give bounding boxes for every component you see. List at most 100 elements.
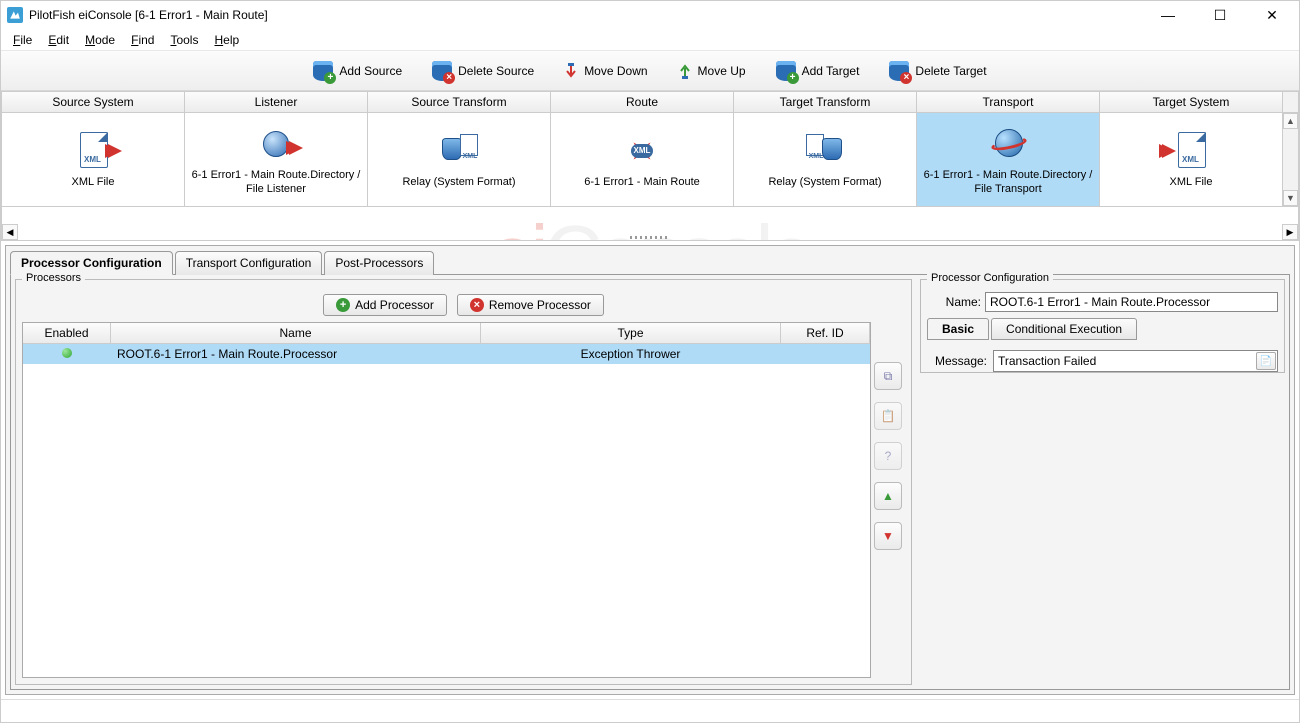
stage-header-route: Route bbox=[551, 91, 734, 113]
subtab-conditional[interactable]: Conditional Execution bbox=[991, 318, 1137, 340]
move-down-button[interactable]: Move Down bbox=[564, 62, 647, 80]
add-target-label: Add Target bbox=[802, 64, 860, 78]
scroll-up-icon[interactable]: ▲ bbox=[1283, 113, 1298, 129]
stage-target-transform-label: Relay (System Format) bbox=[768, 176, 881, 189]
menu-help[interactable]: Help bbox=[206, 31, 247, 49]
add-target-button[interactable]: + Add Target bbox=[776, 61, 860, 81]
stage-header-listener: Listener bbox=[185, 91, 368, 113]
add-source-button[interactable]: + Add Source bbox=[313, 61, 402, 81]
menu-tools[interactable]: Tools bbox=[162, 31, 206, 49]
config-tabs: Processor Configuration Transport Config… bbox=[10, 251, 1290, 275]
delete-source-label: Delete Source bbox=[458, 64, 534, 78]
stage-listener-label: 6-1 Error1 - Main Route.Directory / File… bbox=[189, 169, 363, 195]
delete-target-button[interactable]: × Delete Target bbox=[889, 61, 986, 81]
stage-target-transform[interactable]: XML Relay (System Format) bbox=[734, 113, 917, 207]
minimize-button[interactable]: — bbox=[1151, 4, 1185, 26]
menu-file[interactable]: File bbox=[5, 31, 40, 49]
copy-button[interactable]: ⧉ bbox=[874, 362, 902, 390]
arrow-up-icon bbox=[678, 62, 692, 80]
xml-file-icon: XML bbox=[70, 130, 116, 172]
stage-headers: Source System Listener Source Transform … bbox=[1, 91, 1299, 113]
stage-transport-label: 6-1 Error1 - Main Route.Directory / File… bbox=[921, 169, 1095, 195]
message-browse-button[interactable]: 📄 bbox=[1256, 352, 1276, 370]
cell-name: ROOT.6-1 Error1 - Main Route.Processor bbox=[111, 344, 481, 364]
move-row-down-button[interactable]: ▼ bbox=[874, 522, 902, 550]
delete-target-icon: × bbox=[889, 61, 909, 81]
processor-config-fieldset: Processor Configuration Name: Basic Cond… bbox=[920, 279, 1285, 373]
stage-source-transform-label: Relay (System Format) bbox=[402, 176, 515, 189]
tab-post-processors[interactable]: Post-Processors bbox=[324, 251, 434, 275]
stage-header-transport: Transport bbox=[917, 91, 1100, 113]
add-processor-button[interactable]: + Add Processor bbox=[323, 294, 447, 316]
menu-edit[interactable]: Edit bbox=[40, 31, 77, 49]
table-row[interactable]: ROOT.6-1 Error1 - Main Route.Processor E… bbox=[23, 344, 870, 364]
remove-processor-button[interactable]: × Remove Processor bbox=[457, 294, 604, 316]
xml-file-icon-2: XML bbox=[1168, 130, 1214, 172]
hscroll-right-icon[interactable]: ▶ bbox=[1282, 224, 1298, 240]
copy-icon: ⧉ bbox=[884, 369, 893, 384]
subtab-basic[interactable]: Basic bbox=[927, 318, 989, 340]
relay-icon-2: XML bbox=[802, 130, 848, 172]
route-icon: XML bbox=[619, 130, 665, 172]
cell-ref bbox=[781, 344, 870, 364]
paste-button[interactable]: 📋 bbox=[874, 402, 902, 430]
message-input-wrap: 📄 bbox=[993, 350, 1278, 372]
col-enabled[interactable]: Enabled bbox=[23, 323, 111, 344]
canvas-spacer: eiConsole ◀ ▶ bbox=[1, 207, 1299, 241]
relay-icon: XML bbox=[436, 130, 482, 172]
menu-find[interactable]: Find bbox=[123, 31, 162, 49]
stage-source-transform[interactable]: XML Relay (System Format) bbox=[368, 113, 551, 207]
menu-mode[interactable]: Mode bbox=[77, 31, 123, 49]
arrow-up-small-icon: ▲ bbox=[882, 489, 894, 503]
menu-bar: File Edit Mode Find Tools Help bbox=[1, 29, 1299, 51]
move-up-button[interactable]: Move Up bbox=[678, 62, 746, 80]
table-side-buttons: ⧉ 📋 ? ▲ ▼ bbox=[871, 322, 905, 678]
message-label: Message: bbox=[927, 354, 987, 368]
hscroll-left-icon[interactable]: ◀ bbox=[2, 224, 18, 240]
stage-vscrollbar[interactable]: ▲ ▼ bbox=[1283, 113, 1299, 207]
help-button[interactable]: ? bbox=[874, 442, 902, 470]
workspace: Processor Configuration Transport Config… bbox=[5, 245, 1295, 695]
scroll-down-icon[interactable]: ▼ bbox=[1283, 190, 1298, 206]
close-button[interactable]: ✕ bbox=[1255, 4, 1289, 26]
arrow-down-small-icon: ▼ bbox=[882, 529, 894, 543]
col-ref[interactable]: Ref. ID bbox=[781, 323, 870, 344]
move-up-label: Move Up bbox=[698, 64, 746, 78]
stage-transport[interactable]: 6-1 Error1 - Main Route.Directory / File… bbox=[917, 113, 1100, 207]
cell-enabled bbox=[23, 344, 111, 364]
stage-header-source-system: Source System bbox=[1, 91, 185, 113]
col-type[interactable]: Type bbox=[481, 323, 781, 344]
stage-source-system-label: XML File bbox=[72, 176, 115, 189]
main-toolbar: + Add Source × Delete Source Move Down M… bbox=[1, 51, 1299, 91]
processors-table: Enabled Name Type Ref. ID ROOT.6-1 Error… bbox=[22, 322, 871, 678]
arrow-down-icon bbox=[564, 62, 578, 80]
cell-type: Exception Thrower bbox=[481, 344, 781, 364]
plus-icon: + bbox=[336, 298, 350, 312]
stage-header-target-system: Target System bbox=[1100, 91, 1283, 113]
stage-row: XML XML File 6-1 Error1 - Main Route.Dir… bbox=[1, 113, 1299, 207]
maximize-button[interactable]: ☐ bbox=[1203, 4, 1237, 26]
add-source-icon: + bbox=[313, 61, 333, 81]
splitter-grip[interactable] bbox=[630, 236, 670, 239]
stage-header-target-transform: Target Transform bbox=[734, 91, 917, 113]
help-icon: ? bbox=[885, 449, 892, 463]
window-title: PilotFish eiConsole [6-1 Error1 - Main R… bbox=[29, 8, 268, 22]
name-input[interactable] bbox=[985, 292, 1278, 312]
processor-config-legend: Processor Configuration bbox=[927, 272, 1053, 284]
paste-icon: 📋 bbox=[881, 409, 896, 423]
stage-source-system[interactable]: XML XML File bbox=[1, 113, 185, 207]
stage-listener[interactable]: 6-1 Error1 - Main Route.Directory / File… bbox=[185, 113, 368, 207]
col-name[interactable]: Name bbox=[111, 323, 481, 344]
stage-target-system-label: XML File bbox=[1170, 176, 1213, 189]
remove-icon: × bbox=[470, 298, 484, 312]
delete-source-icon: × bbox=[432, 61, 452, 81]
document-plus-icon: 📄 bbox=[1260, 356, 1272, 367]
delete-target-label: Delete Target bbox=[915, 64, 986, 78]
stage-target-system[interactable]: XML XML File bbox=[1100, 113, 1283, 207]
stage-route[interactable]: XML 6-1 Error1 - Main Route bbox=[551, 113, 734, 207]
message-input[interactable] bbox=[994, 351, 1255, 371]
move-row-up-button[interactable]: ▲ bbox=[874, 482, 902, 510]
delete-source-button[interactable]: × Delete Source bbox=[432, 61, 534, 81]
tab-transport-configuration[interactable]: Transport Configuration bbox=[175, 251, 323, 275]
enabled-dot-icon bbox=[62, 348, 72, 358]
